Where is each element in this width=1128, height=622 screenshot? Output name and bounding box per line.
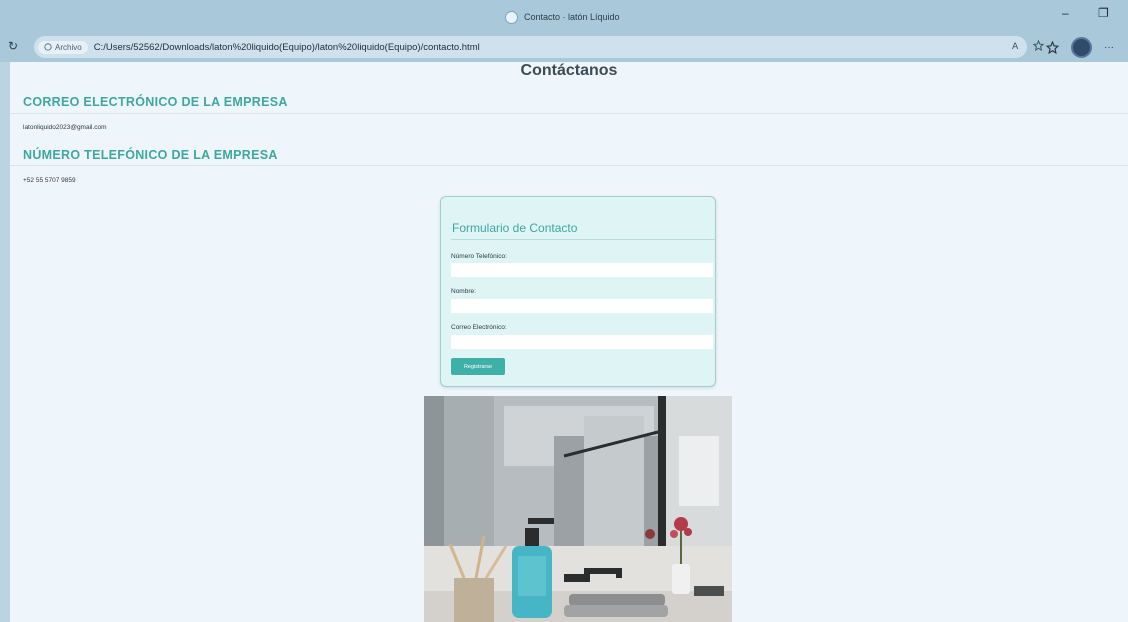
phone-input[interactable] [451, 263, 713, 277]
divider [10, 113, 1128, 114]
address-bar-actions: A [1012, 40, 1044, 51]
email-input[interactable] [451, 335, 713, 349]
form-divider [451, 239, 715, 240]
email-section-heading: CORREO ELECTRÓNICO DE LA EMPRESA [23, 95, 288, 109]
phone-section-heading: NÚMERO TELEFÓNICO DE LA EMPRESA [23, 148, 278, 162]
info-icon [44, 43, 52, 51]
favorites-icon[interactable] [1046, 41, 1059, 54]
browser-tab[interactable]: Contacto · latón Líquido [505, 9, 620, 25]
browser-toolbar: ··· [1046, 37, 1114, 58]
address-bar[interactable]: Archivo C:/Users/52562/Downloads/laton%2… [34, 36, 1027, 58]
more-menu-button[interactable]: ··· [1104, 42, 1114, 53]
form-title: Formulario de Contacto [452, 221, 578, 235]
favorite-star-icon[interactable] [1033, 40, 1044, 51]
minimize-button[interactable]: – [1062, 6, 1069, 20]
page-viewport: Contáctanos CORREO ELECTRÓNICO DE LA EMP… [10, 62, 1128, 622]
browser-titlebar: Contacto · latón Líquido – ❐ [0, 0, 1128, 32]
bathroom-product-image [424, 396, 732, 622]
site-info-label: Archivo [55, 42, 82, 52]
name-input[interactable] [451, 299, 713, 313]
read-aloud-icon[interactable]: A [1012, 40, 1023, 51]
page-favicon-icon [505, 10, 518, 24]
maximize-button[interactable]: ❐ [1098, 6, 1109, 20]
divider [10, 165, 1128, 166]
phone-label: Número Telefónico: [451, 253, 507, 260]
register-button[interactable]: Registrarse [451, 358, 505, 375]
bathroom-illustration [424, 396, 732, 622]
email-label: Correo Electrónico: [451, 324, 507, 331]
address-bar-row: ↻ Archivo C:/Users/52562/Downloads/laton… [0, 32, 1128, 62]
page-title: Contáctanos [520, 62, 618, 79]
tab-title: Contacto · latón Líquido [524, 12, 620, 22]
contact-form: Formulario de Contacto Número Telefónico… [440, 196, 716, 387]
svg-text:A: A [1012, 41, 1019, 51]
name-label: Nombre: [451, 288, 476, 295]
company-email: latonliquido2023@gmail.com [23, 124, 107, 131]
reload-button[interactable]: ↻ [8, 39, 18, 53]
profile-avatar[interactable] [1071, 37, 1092, 58]
company-phone: +52 55 5707 9859 [23, 177, 76, 184]
url-text: C:/Users/52562/Downloads/laton%20liquido… [93, 41, 480, 53]
left-edge [0, 62, 10, 622]
site-info-button[interactable]: Archivo [38, 40, 88, 54]
